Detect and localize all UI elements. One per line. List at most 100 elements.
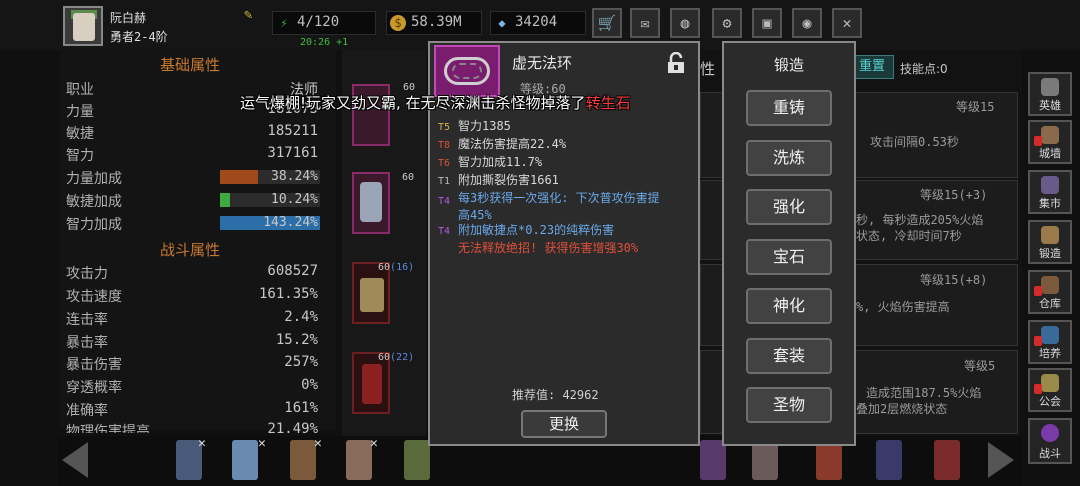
lightning-icon: ⚡ bbox=[280, 16, 288, 30]
skill-desc: 造成范围187.5%火焰 bbox=[866, 386, 982, 400]
weapon-icon[interactable]: ✕ bbox=[832, 8, 862, 38]
broadcast-highlight: 转生石 bbox=[585, 94, 631, 112]
gift-icon[interactable]: ▣ bbox=[752, 8, 782, 38]
nav-wall-button[interactable]: 城墙 bbox=[1028, 120, 1072, 164]
stat-value: 185211 bbox=[267, 123, 318, 139]
hero-portrait[interactable] bbox=[346, 440, 372, 480]
replace-button[interactable]: 更换 bbox=[521, 410, 607, 438]
nav-battle-button[interactable]: 战斗 bbox=[1028, 418, 1072, 464]
combat-label: 穿透概率 bbox=[66, 380, 122, 396]
close-icon: ✕ bbox=[258, 436, 266, 451]
nav-market-button[interactable]: 集市 bbox=[1028, 170, 1072, 214]
combat-label: 攻击速度 bbox=[66, 289, 122, 305]
gold-value: 58.39M bbox=[411, 14, 462, 30]
bonus-label: 智力加成 bbox=[66, 217, 122, 233]
combat-value: 2.4% bbox=[284, 309, 318, 325]
recommend-value: 推荐值: 42962 bbox=[512, 388, 599, 402]
gamepad-icon[interactable]: ◍ bbox=[670, 8, 700, 38]
stamina-timer: 20:26 +1 bbox=[300, 37, 349, 48]
nav-forge-button[interactable]: 锻造 bbox=[1028, 220, 1072, 264]
relic-button[interactable]: 圣物 bbox=[746, 387, 832, 423]
gems-box: ◆ 34204 bbox=[490, 11, 586, 35]
player-name: 阮白赫 bbox=[110, 11, 147, 25]
item-affix: T6 智力加成11.7% bbox=[438, 155, 543, 169]
stat-label: 职业 bbox=[66, 82, 94, 98]
player-avatar[interactable] bbox=[63, 6, 103, 46]
reforge-button[interactable]: 重铸 bbox=[746, 90, 832, 126]
skill-level: 等级15 bbox=[956, 100, 995, 114]
arrow-left-icon[interactable] bbox=[62, 442, 88, 478]
diamond-icon: ◆ bbox=[498, 16, 506, 30]
equipment-slot[interactable] bbox=[352, 172, 390, 234]
combat-label: 物理伤害提高 bbox=[66, 424, 150, 433]
stat-value: 317161 bbox=[267, 145, 318, 161]
bonus-value: 143.24% bbox=[263, 215, 318, 230]
hero-portrait[interactable] bbox=[934, 440, 960, 480]
set-button[interactable]: 套装 bbox=[746, 338, 832, 374]
avatar-face bbox=[73, 13, 95, 41]
skill-level: 等级15(+8) bbox=[920, 273, 988, 287]
item-icon bbox=[434, 45, 500, 97]
deify-button[interactable]: 神化 bbox=[746, 288, 832, 324]
skill-level: 等级15(+3) bbox=[920, 188, 988, 202]
bonus-value: 38.24% bbox=[271, 169, 318, 184]
close-icon: ✕ bbox=[370, 436, 378, 451]
skill-desc-2: 叠加2层燃烧状态 bbox=[856, 402, 948, 416]
bonus-value: 10.24% bbox=[271, 192, 318, 207]
nav-guild-button[interactable]: 公会 bbox=[1028, 368, 1072, 412]
combat-value: 257% bbox=[284, 354, 318, 370]
close-icon: ✕ bbox=[198, 436, 206, 451]
bonus-label: 力量加成 bbox=[66, 171, 122, 187]
stat-label: 力量 bbox=[66, 104, 94, 120]
item-name: 虚无法环 bbox=[512, 54, 573, 72]
gold-coin-icon: $ bbox=[390, 15, 406, 31]
gem-button[interactable]: 宝石 bbox=[746, 239, 832, 275]
tab-attributes-partial[interactable]: 性 bbox=[700, 58, 715, 79]
close-icon: ✕ bbox=[314, 436, 322, 451]
strength-bonus-bar: 38.24% bbox=[220, 169, 320, 184]
hero-portrait[interactable] bbox=[232, 440, 258, 480]
combat-label: 连击率 bbox=[66, 312, 108, 328]
skill-points: 技能点:0 bbox=[900, 62, 948, 76]
forge-title: 锻造 bbox=[773, 56, 804, 74]
nav-hero-button[interactable]: 英雄 bbox=[1028, 72, 1072, 116]
enhance-button[interactable]: 强化 bbox=[746, 189, 832, 225]
combat-value: 608527 bbox=[267, 263, 318, 279]
item-affix: T8 魔法伤害提高22.4% bbox=[438, 137, 567, 151]
mail-icon[interactable]: ✉ bbox=[630, 8, 660, 38]
basic-attributes-title: 基础属性 bbox=[160, 56, 221, 74]
shop-cart-icon[interactable]: 🛒 bbox=[592, 8, 622, 38]
refine-button[interactable]: 洗炼 bbox=[746, 140, 832, 176]
combat-attributes-title: 战斗属性 bbox=[160, 241, 221, 259]
player-rank: 勇者2-4阶 bbox=[110, 30, 168, 44]
edit-icon[interactable]: ✎ bbox=[244, 8, 258, 22]
combat-label: 暴击率 bbox=[66, 335, 108, 351]
item-affix: T4 每3秒获得一次强化: 下次普攻伤害提 高45% bbox=[438, 191, 660, 222]
item-affix: T4 附加敏捷点*0.23的纯粹伤害 bbox=[438, 223, 615, 237]
skill-desc-2: 状态, 冷却时间7秒 bbox=[856, 229, 962, 243]
nav-train-button[interactable]: 培养 bbox=[1028, 320, 1072, 364]
settings-gear-icon[interactable]: ⚙ bbox=[712, 8, 742, 38]
hero-portrait[interactable] bbox=[290, 440, 316, 480]
hero-portrait[interactable] bbox=[876, 440, 902, 480]
item-affix: 无法释放绝招! 获得伤害增强30% bbox=[458, 241, 639, 255]
stat-label: 智力 bbox=[66, 148, 94, 164]
hero-portrait[interactable] bbox=[816, 440, 842, 480]
skill-level: 等级5 bbox=[964, 359, 996, 373]
unlock-icon[interactable] bbox=[667, 52, 685, 74]
stamina-value: 4/120 bbox=[297, 14, 340, 30]
arrow-right-icon[interactable] bbox=[988, 442, 1014, 478]
combat-label: 攻击力 bbox=[66, 266, 108, 282]
combat-value: 0% bbox=[301, 377, 318, 393]
hero-portrait[interactable] bbox=[404, 440, 430, 480]
nav-warehouse-button[interactable]: 仓库 bbox=[1028, 270, 1072, 314]
color-wheel-icon[interactable]: ◉ bbox=[792, 8, 822, 38]
hero-portrait[interactable] bbox=[700, 440, 726, 480]
equipment-level: 60 bbox=[402, 172, 415, 183]
reset-button[interactable]: 重置 bbox=[850, 55, 894, 79]
hero-portrait[interactable] bbox=[752, 440, 778, 480]
stat-label: 敏捷 bbox=[66, 126, 94, 142]
skill-desc: %, 火焰伤害提高 bbox=[856, 300, 950, 314]
combat-value: 21.49% bbox=[267, 421, 318, 433]
skill-desc: 攻击间隔0.53秒 bbox=[870, 135, 959, 149]
